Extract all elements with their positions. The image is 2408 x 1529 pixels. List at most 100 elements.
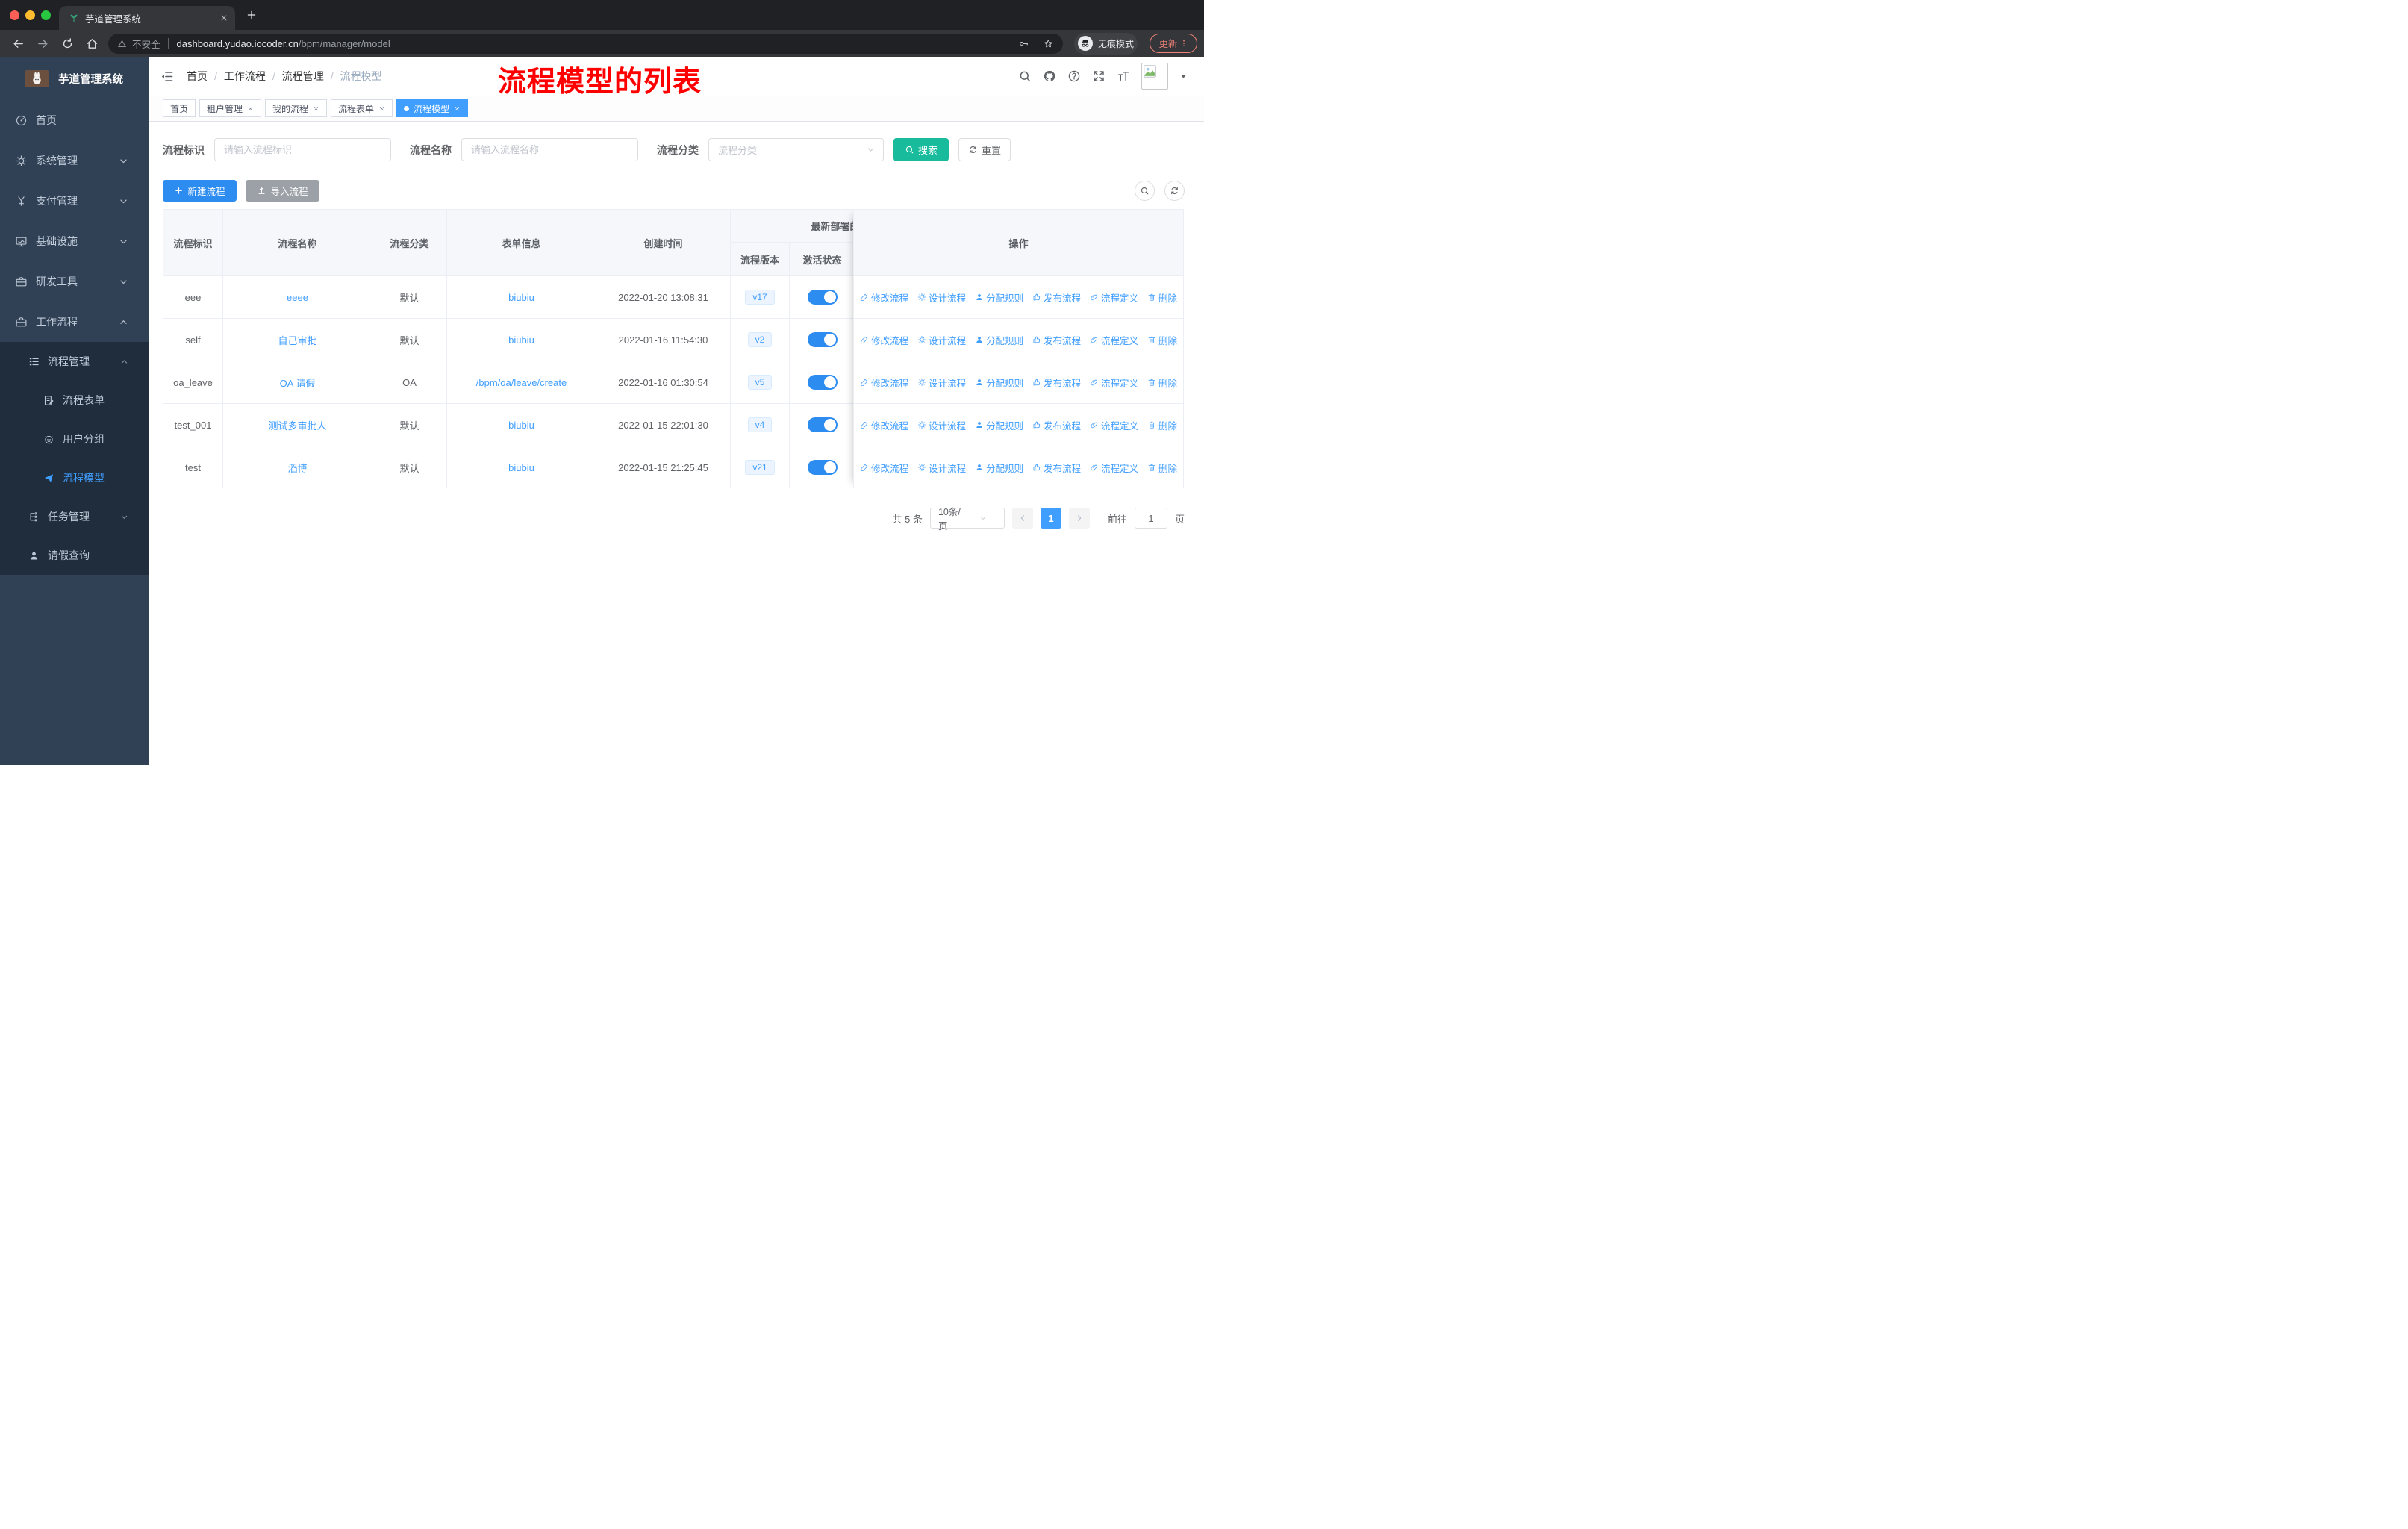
action-修改流程[interactable]: 修改流程 <box>860 461 908 475</box>
action-流程定义[interactable]: 流程定义 <box>1090 290 1138 305</box>
tag-首页[interactable]: 首页 <box>163 99 196 117</box>
update-button[interactable]: 更新 <box>1150 33 1197 53</box>
action-设计流程[interactable]: 设计流程 <box>917 461 966 475</box>
active-toggle[interactable] <box>807 417 838 432</box>
fullscreen-icon[interactable] <box>1092 69 1105 83</box>
process-name-link[interactable]: 自己审批 <box>278 333 316 347</box>
sidebar-item-流程模型[interactable]: 流程模型 <box>0 458 149 497</box>
close-window-button[interactable] <box>10 10 19 20</box>
import-process-button[interactable]: 导入流程 <box>246 180 319 202</box>
action-设计流程[interactable]: 设计流程 <box>917 418 966 432</box>
key-icon[interactable] <box>1018 38 1029 49</box>
action-修改流程[interactable]: 修改流程 <box>860 290 908 305</box>
tag-close-icon[interactable] <box>454 105 461 112</box>
process-name-link[interactable]: OA 请假 <box>280 376 316 390</box>
action-设计流程[interactable]: 设计流程 <box>917 290 966 305</box>
sidebar-item-系统管理[interactable]: 系统管理 <box>0 140 149 181</box>
avatar[interactable] <box>1141 63 1168 90</box>
github-icon[interactable] <box>1043 69 1056 83</box>
next-page-button[interactable] <box>1068 508 1090 529</box>
new-tab-button[interactable] <box>246 10 257 20</box>
tag-close-icon[interactable] <box>247 105 254 112</box>
browser-tab[interactable]: 芋道管理系统 <box>59 6 235 30</box>
version-badge[interactable]: v4 <box>747 417 773 432</box>
form-info-link[interactable]: biubiu <box>508 462 534 473</box>
action-删除[interactable]: 删除 <box>1147 376 1177 390</box>
home-icon[interactable] <box>86 37 99 50</box>
sidebar-item-基础设施[interactable]: 基础设施 <box>0 221 149 261</box>
app-logo[interactable]: 芋道管理系统 <box>0 57 149 100</box>
active-toggle[interactable] <box>807 332 838 347</box>
sidebar-fold-icon[interactable] <box>160 69 174 84</box>
sidebar-item-研发工具[interactable]: 研发工具 <box>0 261 149 302</box>
action-分配规则[interactable]: 分配规则 <box>975 376 1023 390</box>
filter-key-input[interactable] <box>214 138 391 161</box>
breadcrumb-home[interactable]: 首页 <box>187 69 208 84</box>
create-process-button[interactable]: 新建流程 <box>163 180 237 202</box>
filter-category-select[interactable]: 流程分类 <box>708 138 884 161</box>
filter-name-input[interactable] <box>461 138 638 161</box>
version-badge[interactable]: v17 <box>745 290 775 305</box>
action-修改流程[interactable]: 修改流程 <box>860 418 908 432</box>
action-分配规则[interactable]: 分配规则 <box>975 290 1023 305</box>
sidebar-item-用户分组[interactable]: 用户分组 <box>0 420 149 458</box>
action-发布流程[interactable]: 发布流程 <box>1032 418 1081 432</box>
action-流程定义[interactable]: 流程定义 <box>1090 333 1138 347</box>
action-流程定义[interactable]: 流程定义 <box>1090 418 1138 432</box>
refresh-table-button[interactable] <box>1164 181 1185 201</box>
tag-流程模型[interactable]: 流程模型 <box>396 99 469 117</box>
reset-button[interactable]: 重置 <box>958 138 1011 161</box>
sidebar-item-请假查询[interactable]: 请假查询 <box>0 536 149 575</box>
goto-page-input[interactable] <box>1134 508 1167 529</box>
sidebar-item-流程表单[interactable]: 流程表单 <box>0 381 149 420</box>
action-流程定义[interactable]: 流程定义 <box>1090 376 1138 390</box>
form-info-link[interactable]: biubiu <box>508 334 534 346</box>
form-info-link[interactable]: biubiu <box>508 292 534 303</box>
help-icon[interactable] <box>1067 69 1081 83</box>
action-发布流程[interactable]: 发布流程 <box>1032 290 1081 305</box>
action-分配规则[interactable]: 分配规则 <box>975 333 1023 347</box>
toggle-search-button[interactable] <box>1135 181 1155 201</box>
action-分配规则[interactable]: 分配规则 <box>975 418 1023 432</box>
action-流程定义[interactable]: 流程定义 <box>1090 461 1138 475</box>
search-icon[interactable] <box>1018 69 1032 83</box>
form-info-link[interactable]: /bpm/oa/leave/create <box>476 377 567 388</box>
version-badge[interactable]: v5 <box>747 375 773 390</box>
sidebar-item-任务管理[interactable]: 任务管理 <box>0 497 149 536</box>
action-发布流程[interactable]: 发布流程 <box>1032 461 1081 475</box>
sidebar-item-支付管理[interactable]: 支付管理 <box>0 181 149 221</box>
caret-down-icon[interactable] <box>1179 72 1188 81</box>
sidebar-item-流程管理[interactable]: 流程管理 <box>0 342 149 381</box>
security-label[interactable]: 不安全 <box>132 37 160 51</box>
tab-close-icon[interactable] <box>220 14 228 22</box>
action-删除[interactable]: 删除 <box>1147 418 1177 432</box>
tag-租户管理[interactable]: 租户管理 <box>199 99 262 117</box>
tag-close-icon[interactable] <box>313 105 319 112</box>
process-name-link[interactable]: 测试多审批人 <box>268 418 326 432</box>
kebab-menu-icon[interactable] <box>1179 39 1188 48</box>
tag-我的流程[interactable]: 我的流程 <box>265 99 328 117</box>
form-info-link[interactable]: biubiu <box>508 420 534 431</box>
page-number-button[interactable]: 1 <box>1040 508 1061 529</box>
action-删除[interactable]: 删除 <box>1147 461 1177 475</box>
action-分配规则[interactable]: 分配规则 <box>975 461 1023 475</box>
version-badge[interactable]: v2 <box>747 332 773 347</box>
process-name-link[interactable]: eeee <box>287 292 308 303</box>
maximize-window-button[interactable] <box>41 10 51 20</box>
breadcrumb-workflow[interactable]: 工作流程 <box>224 69 266 84</box>
bookmark-star-icon[interactable] <box>1043 38 1054 49</box>
tag-流程表单[interactable]: 流程表单 <box>331 99 393 117</box>
action-修改流程[interactable]: 修改流程 <box>860 376 908 390</box>
breadcrumb-process-manage[interactable]: 流程管理 <box>282 69 324 84</box>
prev-page-button[interactable] <box>1011 508 1033 529</box>
action-修改流程[interactable]: 修改流程 <box>860 333 908 347</box>
minimize-window-button[interactable] <box>25 10 35 20</box>
font-size-icon[interactable] <box>1117 69 1130 83</box>
active-toggle[interactable] <box>807 375 838 390</box>
back-icon[interactable] <box>12 37 25 50</box>
page-size-select[interactable]: 10条/页 <box>929 507 1005 532</box>
action-删除[interactable]: 删除 <box>1147 333 1177 347</box>
active-toggle[interactable] <box>807 290 838 305</box>
active-toggle[interactable] <box>807 460 838 475</box>
process-name-link[interactable]: 滔博 <box>287 461 307 475</box>
